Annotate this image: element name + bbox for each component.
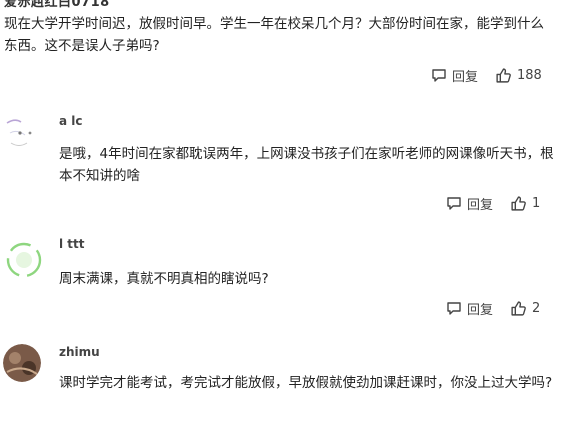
like-button[interactable]: 2	[510, 300, 540, 317]
comment-bubble-icon	[431, 67, 447, 83]
post-actions: 回复 188	[431, 64, 542, 86]
reply-button[interactable]: 回复	[446, 194, 493, 213]
reply-button[interactable]: 回复	[446, 299, 493, 318]
comment-bubble-icon	[446, 300, 462, 316]
reply-button[interactable]: 回复	[431, 66, 478, 85]
reply-label: 回复	[452, 69, 479, 85]
like-button[interactable]: 1	[510, 195, 540, 212]
reply-label: 回复	[467, 302, 494, 318]
comment-text: 是哦，4年时间在家都耽误两年，上网课没书孩子们在家听老师的网课像听天书，根本不知…	[59, 146, 554, 184]
comment-username[interactable]: l ttt	[59, 237, 85, 251]
like-count: 2	[532, 300, 541, 316]
comment-bubble-icon	[446, 195, 462, 211]
post-author-name[interactable]: 爱赤赳红白0718	[4, 0, 110, 10]
comment-username[interactable]: zhimu	[59, 345, 100, 359]
comment-text: 课时学完才能考试，考完试才能放假，早放假就使劲加课赶课时，你没上过大学吗?	[59, 375, 553, 391]
like-count: 1	[532, 195, 541, 211]
thumbs-up-icon	[510, 300, 527, 317]
post-text: 现在大学开学时间迟，放假时间早。学生一年在校呆几个月？大部份时间在家，能学到什么…	[4, 16, 544, 54]
avatar[interactable]	[3, 113, 41, 151]
avatar[interactable]	[3, 344, 41, 382]
comment-username[interactable]: a lc	[59, 114, 83, 128]
comment-text: 周末满课，真就不明真相的瞎说吗?	[59, 271, 269, 287]
thumbs-up-icon	[495, 67, 512, 84]
reply-label: 回复	[467, 197, 494, 213]
thumbs-up-icon	[510, 195, 527, 212]
avatar[interactable]	[5, 241, 43, 279]
like-count: 188	[517, 67, 542, 83]
comment-actions: 回复 1	[446, 192, 540, 214]
like-button[interactable]: 188	[495, 67, 542, 84]
comment-actions: 回复 2	[446, 297, 540, 319]
